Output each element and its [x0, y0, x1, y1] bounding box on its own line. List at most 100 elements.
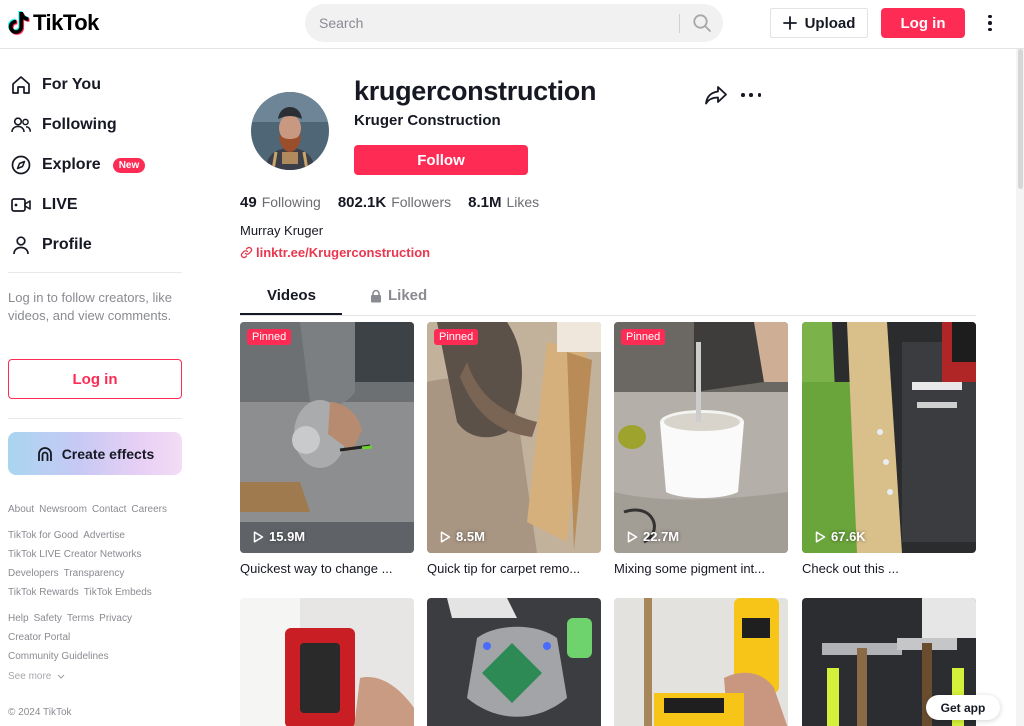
- footer-link[interactable]: TikTok for Good: [8, 530, 78, 541]
- footer-link[interactable]: Developers: [8, 568, 59, 579]
- sidebar-item-explore[interactable]: Explore New: [10, 152, 146, 178]
- video-thumbnail-image: [240, 598, 414, 726]
- tiktok-logo[interactable]: TikTok: [8, 10, 99, 36]
- follow-button[interactable]: Follow: [354, 145, 528, 175]
- video-card[interactable]: Pinned 22.7M Mixing some pigment int...: [614, 322, 788, 576]
- sidebar-item-following[interactable]: Following: [10, 112, 117, 138]
- view-count: 8.5M: [440, 529, 485, 544]
- person-icon: [13, 236, 29, 255]
- chevron-down-icon: [57, 674, 65, 679]
- users-icon: [11, 117, 32, 133]
- footer-link[interactable]: Careers: [131, 504, 167, 515]
- sidebar-login-button[interactable]: Log in: [8, 359, 182, 399]
- top-bar: TikTok Upload Log in: [0, 0, 1024, 49]
- create-effects-button[interactable]: Create effects: [8, 432, 182, 475]
- pinned-badge: Pinned: [434, 329, 479, 345]
- video-thumbnail[interactable]: [427, 598, 601, 726]
- share-icon[interactable]: [704, 84, 728, 106]
- see-more-link[interactable]: See more: [8, 671, 65, 682]
- footer-link[interactable]: TikTok LIVE Creator Networks: [8, 549, 142, 560]
- footer-link[interactable]: Community Guidelines: [8, 651, 109, 662]
- search-bar: [305, 4, 723, 42]
- footer-link[interactable]: About: [8, 504, 34, 515]
- play-icon: [627, 530, 638, 543]
- video-card[interactable]: Pinned 8.5M Quick tip for carpet remo...: [427, 322, 601, 576]
- login-hint-text: Log in to follow creators, like videos, …: [8, 290, 173, 323]
- header-login-button[interactable]: Log in: [881, 8, 965, 38]
- video-card[interactable]: [240, 598, 414, 726]
- footer-link[interactable]: Safety: [34, 613, 62, 624]
- sidebar: For You Following Explore New LIVE Profi…: [0, 49, 200, 726]
- video-card[interactable]: [427, 598, 601, 726]
- play-icon: [253, 530, 264, 543]
- search-button[interactable]: [681, 4, 723, 42]
- profile-link[interactable]: linktr.ee/Krugerconstruction: [240, 245, 430, 260]
- see-more-label: See more: [8, 671, 52, 682]
- footer-links-row: TikTok for Good Advertise: [8, 530, 125, 541]
- sidebar-item-live[interactable]: LIVE: [10, 192, 78, 218]
- view-count: 22.7M: [627, 529, 679, 544]
- sidebar-divider: [8, 272, 182, 273]
- video-thumbnail[interactable]: Pinned 15.9M: [240, 322, 414, 553]
- footer-link[interactable]: Terms: [67, 613, 94, 624]
- get-app-button[interactable]: Get app: [926, 695, 1000, 720]
- footer-link[interactable]: Advertise: [83, 530, 125, 541]
- get-app-label: Get app: [940, 700, 986, 715]
- tab-liked[interactable]: Liked: [370, 287, 427, 304]
- view-count-value: 8.5M: [456, 529, 485, 544]
- sidebar-item-for-you[interactable]: For You: [10, 72, 101, 98]
- pinned-badge: Pinned: [247, 329, 292, 345]
- stat-following[interactable]: 49 Following: [240, 194, 321, 211]
- footer-link[interactable]: Privacy: [99, 613, 132, 624]
- footer-links-row: Help Safety Terms Privacy: [8, 613, 132, 624]
- video-thumbnail[interactable]: Pinned 8.5M: [427, 322, 601, 553]
- footer-link[interactable]: TikTok Embeds: [84, 587, 152, 598]
- footer-link[interactable]: Transparency: [64, 568, 125, 579]
- video-thumbnail-image: [427, 598, 601, 726]
- profile-username: krugerconstruction: [354, 76, 597, 106]
- video-card[interactable]: Pinned 15.9M Quickest way to change ...: [240, 322, 414, 576]
- video-caption[interactable]: Check out this ...: [802, 561, 976, 576]
- video-card[interactable]: 67.6K Check out this ...: [802, 322, 976, 576]
- footer-link[interactable]: Newsroom: [39, 504, 87, 515]
- profile-nickname: Kruger Construction: [354, 112, 501, 129]
- video-card[interactable]: [614, 598, 788, 726]
- footer-link[interactable]: Creator Portal: [8, 632, 70, 643]
- search-icon: [693, 14, 711, 32]
- link-icon: [240, 246, 253, 259]
- view-count-value: 15.9M: [269, 529, 306, 544]
- tab-videos[interactable]: Videos: [267, 287, 316, 304]
- scrollbar-thumb[interactable]: [1018, 49, 1023, 189]
- video-thumbnail[interactable]: 67.6K: [802, 322, 976, 553]
- header-login-label: Log in: [900, 14, 946, 32]
- video-thumbnail-image: [802, 322, 976, 553]
- more-menu-icon[interactable]: [980, 12, 1000, 34]
- page-scrollbar[interactable]: [1016, 49, 1024, 726]
- sidebar-item-label: LIVE: [42, 196, 78, 213]
- profile-link-text: linktr.ee/Krugerconstruction: [256, 245, 431, 260]
- video-thumbnail[interactable]: [614, 598, 788, 726]
- video-thumbnail[interactable]: [240, 598, 414, 726]
- profile-more-icon[interactable]: [741, 92, 761, 98]
- video-caption[interactable]: Quick tip for carpet remo...: [427, 561, 601, 576]
- video-caption[interactable]: Quickest way to change ...: [240, 561, 414, 576]
- view-count-value: 67.6K: [831, 529, 866, 544]
- avatar-photo: [251, 92, 329, 170]
- video-thumbnail[interactable]: Pinned 22.7M: [614, 322, 788, 553]
- avatar: [251, 92, 329, 170]
- footer-links-row: TikTok LIVE Creator Networks: [8, 549, 142, 560]
- footer-link[interactable]: TikTok Rewards: [8, 587, 79, 598]
- follow-label: Follow: [417, 151, 465, 169]
- sidebar-item-profile[interactable]: Profile: [10, 232, 92, 258]
- video-thumbnail-image: [614, 598, 788, 726]
- search-input[interactable]: [319, 4, 679, 42]
- stat-label: Followers: [391, 194, 452, 210]
- video-caption[interactable]: Mixing some pigment int...: [614, 561, 788, 576]
- play-icon: [440, 530, 451, 543]
- effects-house-icon: [37, 446, 52, 461]
- footer-link[interactable]: Help: [8, 613, 29, 624]
- copyright-text: © 2024 TikTok: [8, 707, 72, 718]
- upload-button[interactable]: Upload: [770, 8, 868, 38]
- stat-followers[interactable]: 802.1K Followers: [338, 194, 451, 211]
- footer-link[interactable]: Contact: [92, 504, 126, 515]
